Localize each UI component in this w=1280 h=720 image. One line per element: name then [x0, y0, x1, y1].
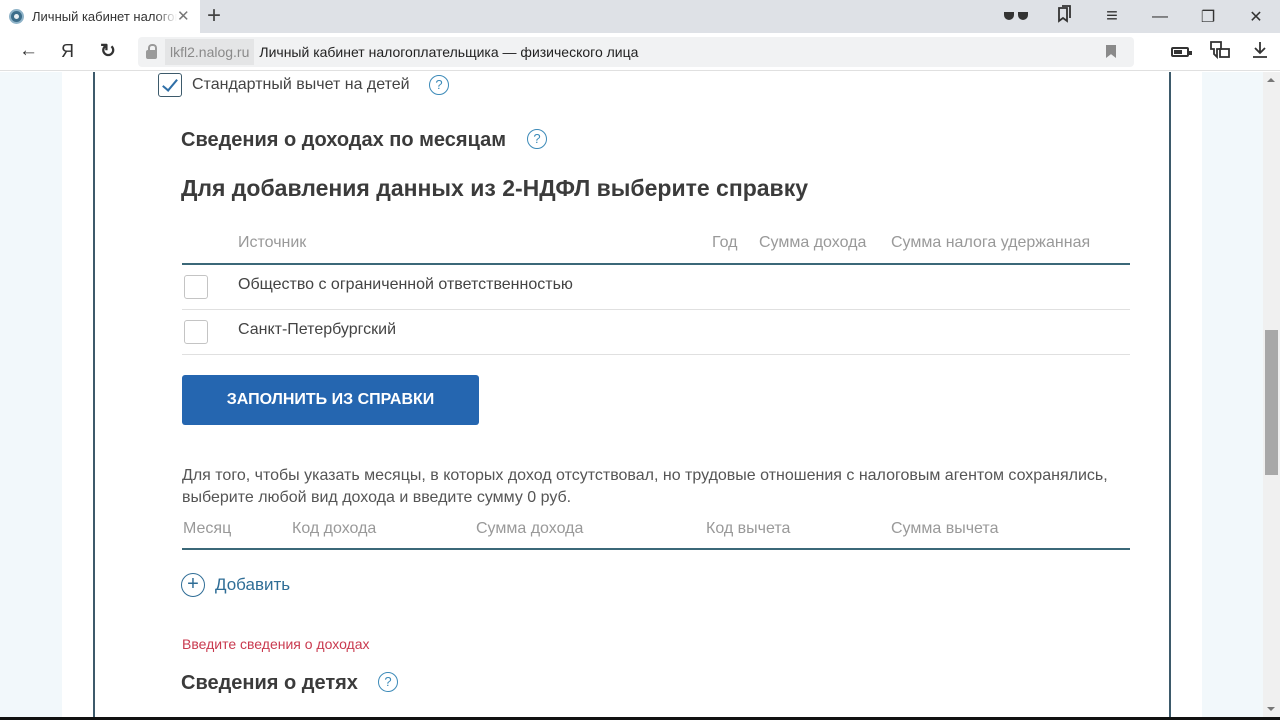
- address-bar[interactable]: lkfl2.nalog.ru Личный кабинет налогоплат…: [138, 37, 1134, 67]
- income-by-months-title: Сведения о доходах по месяцам: [181, 129, 507, 151]
- column-header-year: Год: [712, 234, 738, 251]
- nalog-favicon-icon: [9, 9, 24, 24]
- children-section-title: Сведения о детях: [181, 672, 358, 694]
- scrollbar-thumb[interactable]: [1265, 330, 1278, 475]
- column-header-month: Месяц: [183, 520, 232, 537]
- download-icon[interactable]: [1240, 41, 1280, 64]
- help-icon[interactable]: ?: [378, 672, 398, 692]
- incognito-glasses-icon[interactable]: [992, 8, 1040, 26]
- browser-nav-bar: ← Я ↻ lkfl2.nalog.ru Личный кабинет нало…: [0, 33, 1280, 71]
- minimize-icon[interactable]: —: [1136, 8, 1184, 26]
- scroll-up-arrow-icon[interactable]: [1267, 78, 1275, 82]
- scroll-down-arrow-icon[interactable]: [1267, 707, 1275, 711]
- income-error-message: Введите сведения о доходах: [182, 636, 370, 652]
- lock-icon[interactable]: [146, 44, 157, 59]
- row-divider: [182, 354, 1130, 355]
- table-row[interactable]: Санкт-Петербургский: [182, 310, 1130, 355]
- fill-from-certificate-button[interactable]: ЗАПОЛНИТЬ ИЗ СПРАВКИ: [182, 375, 479, 425]
- back-arrow-icon[interactable]: ←: [19, 40, 38, 62]
- row-source: Санкт-Петербургский: [238, 321, 397, 338]
- browser-menu-icon[interactable]: ≡: [1088, 5, 1136, 28]
- tab-title: Личный кабинет налогоплательщика: [32, 9, 177, 24]
- help-icon[interactable]: ?: [527, 129, 547, 149]
- restore-icon[interactable]: ❐: [1184, 7, 1232, 27]
- translate-icon[interactable]: [1200, 40, 1240, 65]
- window-controls: ≡ — ❐ ✕: [992, 0, 1280, 33]
- browser-tab[interactable]: Личный кабинет налогоплательщика ✕: [0, 0, 200, 33]
- months-table-rule: [182, 548, 1130, 550]
- address-bar-page-title: Личный кабинет налогоплательщика — физич…: [259, 44, 639, 60]
- table-row[interactable]: Общество с ограниченной ответственностью: [182, 265, 1130, 310]
- window-close-icon[interactable]: ✕: [1232, 7, 1280, 27]
- url-domain: lkfl2.nalog.ru: [165, 39, 255, 65]
- column-header-source: Источник: [238, 234, 307, 251]
- column-header-income-amount: Сумма дохода: [476, 520, 584, 537]
- add-row-button[interactable]: + Добавить: [181, 572, 291, 598]
- page-scrollbar[interactable]: [1263, 72, 1280, 717]
- help-icon[interactable]: ?: [429, 75, 449, 95]
- children-deduction-label: Стандартный вычет на детей: [192, 76, 410, 93]
- reload-icon[interactable]: ↻: [100, 40, 116, 63]
- bookmark-icon[interactable]: [1106, 45, 1116, 58]
- ndfl-select-title: Для добавления данных из 2-НДФЛ выберите…: [181, 175, 808, 201]
- browser-tools: [1160, 33, 1280, 71]
- months-note: Для того, чтобы указать месяцы, в которы…: [182, 467, 1108, 506]
- row-source: Общество с ограниченной ответственностью: [238, 276, 573, 293]
- row-checkbox[interactable]: [184, 320, 208, 344]
- bookmarks-collection-icon[interactable]: [1040, 5, 1088, 28]
- row-checkbox[interactable]: [184, 275, 208, 299]
- browser-tab-bar: Личный кабинет налогоплательщика ✕ + ≡ —…: [0, 0, 1280, 33]
- column-header-tax-withheld: Сумма налога удержанная: [891, 234, 1091, 251]
- column-header-deduction-amount: Сумма вычета: [891, 520, 999, 537]
- battery-saver-icon[interactable]: [1160, 42, 1200, 62]
- column-header-income: Сумма дохода: [759, 234, 867, 251]
- column-header-deduction-code: Код вычета: [706, 520, 791, 537]
- column-header-income-code: Код дохода: [292, 520, 377, 537]
- add-row-label: Добавить: [215, 575, 291, 594]
- children-deduction-checkbox[interactable]: [158, 73, 182, 97]
- yandex-logo-icon[interactable]: Я: [61, 41, 74, 62]
- tab-close-icon[interactable]: ✕: [177, 7, 190, 25]
- new-tab-button[interactable]: +: [207, 3, 221, 29]
- plus-circle-icon: +: [181, 573, 205, 597]
